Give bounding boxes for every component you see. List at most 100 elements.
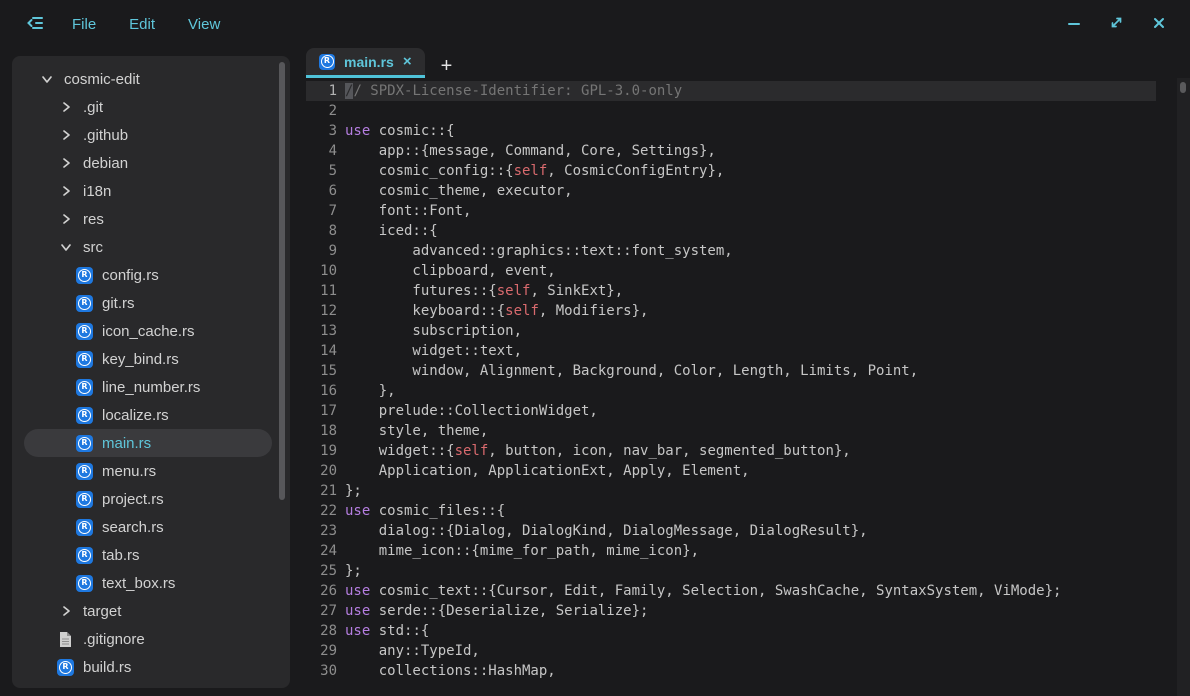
- tree-item-git-rs[interactable]: Rgit.rs: [24, 289, 272, 317]
- editor-scrollbar-thumb[interactable]: [1180, 82, 1186, 93]
- tree-item-label: res: [83, 211, 104, 228]
- tree-item-menu-rs[interactable]: Rmenu.rs: [24, 457, 272, 485]
- code-line-25: 25};: [306, 561, 1156, 581]
- line-content: window, Alignment, Background, Color, Le…: [337, 361, 918, 381]
- tree-item-label: icon_cache.rs: [102, 323, 195, 340]
- tree-item-tab-rs[interactable]: Rtab.rs: [24, 541, 272, 569]
- code-line-4: 4 app::{message, Command, Core, Settings…: [306, 141, 1156, 161]
- menu-file[interactable]: File: [72, 16, 96, 33]
- chevron-down-icon[interactable]: [57, 241, 74, 253]
- code-line-12: 12 keyboard::{self, Modifiers},: [306, 301, 1156, 321]
- line-content: app::{message, Command, Core, Settings},: [337, 141, 716, 161]
- line-number: 25: [306, 561, 337, 581]
- tree-item--gitignore[interactable]: .gitignore: [24, 625, 272, 653]
- tree-item-label: i18n: [83, 183, 111, 200]
- line-content: clipboard, event,: [337, 261, 556, 281]
- code-line-6: 6 cosmic_theme, executor,: [306, 181, 1156, 201]
- tree-item-text-box-rs[interactable]: Rtext_box.rs: [24, 569, 272, 597]
- code-line-24: 24 mime_icon::{mime_for_path, mime_icon}…: [306, 541, 1156, 561]
- tree-item-res[interactable]: res: [24, 205, 272, 233]
- line-number: 12: [306, 301, 337, 321]
- maximize-button[interactable]: [1107, 13, 1126, 35]
- tree-item-project-rs[interactable]: Rproject.rs: [24, 485, 272, 513]
- line-content: widget::{self, button, icon, nav_bar, se…: [337, 441, 851, 461]
- chevron-right-icon[interactable]: [57, 157, 74, 169]
- line-content: collections::HashMap,: [337, 661, 556, 681]
- line-number: 18: [306, 421, 337, 441]
- line-number: 10: [306, 261, 337, 281]
- line-content: any::TypeId,: [337, 641, 480, 661]
- close-button[interactable]: [1150, 14, 1168, 35]
- code-editor[interactable]: 1// SPDX-License-Identifier: GPL-3.0-onl…: [306, 78, 1190, 696]
- tab-close-icon[interactable]: ×: [403, 54, 412, 69]
- line-content: };: [337, 561, 362, 581]
- tree-item-label: target: [83, 603, 121, 620]
- tree-item-debian[interactable]: debian: [24, 149, 272, 177]
- tree-item-cosmic-edit[interactable]: cosmic-edit: [24, 65, 272, 93]
- tree-item-label: .git: [83, 99, 103, 116]
- tree-item-config-rs[interactable]: Rconfig.rs: [24, 261, 272, 289]
- line-number: 30: [306, 661, 337, 681]
- sidebar-scrollbar-thumb[interactable]: [279, 62, 285, 500]
- chevron-right-icon[interactable]: [57, 213, 74, 225]
- tree-item-label: .github: [83, 127, 128, 144]
- sidebar-toggle-button[interactable]: [24, 13, 46, 36]
- code-line-13: 13 subscription,: [306, 321, 1156, 341]
- menu-edit[interactable]: Edit: [129, 16, 155, 33]
- tree-item--git[interactable]: .git: [24, 93, 272, 121]
- tree-item-search-rs[interactable]: Rsearch.rs: [24, 513, 272, 541]
- line-number: 26: [306, 581, 337, 601]
- code-line-10: 10 clipboard, event,: [306, 261, 1156, 281]
- tree-item-src[interactable]: src: [24, 233, 272, 261]
- line-number: 1: [306, 81, 337, 101]
- code-line-20: 20 Application, ApplicationExt, Apply, E…: [306, 461, 1156, 481]
- line-content: use serde::{Deserialize, Serialize};: [337, 601, 648, 621]
- menu-view[interactable]: View: [188, 16, 220, 33]
- minimize-button[interactable]: [1065, 14, 1083, 35]
- cosmic-edit-window: File Edit View: [0, 0, 1190, 696]
- code-line-30: 30 collections::HashMap,: [306, 661, 1156, 681]
- chevron-right-icon[interactable]: [57, 101, 74, 113]
- tree-item-i18n[interactable]: i18n: [24, 177, 272, 205]
- code-line-8: 8 iced::{: [306, 221, 1156, 241]
- line-content: },: [337, 381, 396, 401]
- tree-item-icon-cache-rs[interactable]: Ricon_cache.rs: [24, 317, 272, 345]
- line-number: 3: [306, 121, 337, 141]
- tree-item-main-rs[interactable]: Rmain.rs: [24, 429, 272, 457]
- editor-scrollbar-track[interactable]: [1177, 78, 1190, 696]
- tree-item-target[interactable]: target: [24, 597, 272, 625]
- code-line-21: 21};: [306, 481, 1156, 501]
- line-number: 17: [306, 401, 337, 421]
- line-content: subscription,: [337, 321, 522, 341]
- tree-item--github[interactable]: .github: [24, 121, 272, 149]
- chevron-right-icon[interactable]: [57, 129, 74, 141]
- tab-main-rs[interactable]: R main.rs ×: [306, 48, 425, 78]
- code-line-17: 17 prelude::CollectionWidget,: [306, 401, 1156, 421]
- line-content: style, theme,: [337, 421, 488, 441]
- tree-item-key-bind-rs[interactable]: Rkey_bind.rs: [24, 345, 272, 373]
- chevron-right-icon[interactable]: [57, 185, 74, 197]
- line-number: 23: [306, 521, 337, 541]
- line-number: 19: [306, 441, 337, 461]
- line-number: 22: [306, 501, 337, 521]
- code-line-15: 15 window, Alignment, Background, Color,…: [306, 361, 1156, 381]
- close-icon: [1152, 16, 1166, 33]
- line-content: Application, ApplicationExt, Apply, Elem…: [337, 461, 750, 481]
- tree-item-localize-rs[interactable]: Rlocalize.rs: [24, 401, 272, 429]
- line-number: 2: [306, 101, 337, 121]
- tree-item-label: tab.rs: [102, 547, 140, 564]
- tab-bar: R main.rs × +: [306, 48, 1190, 78]
- rust-file-icon: R: [76, 575, 93, 592]
- chevron-right-icon[interactable]: [57, 605, 74, 617]
- tree-item-label: build.rs: [83, 659, 131, 676]
- tree-item-build-rs[interactable]: Rbuild.rs: [24, 653, 272, 681]
- chevron-down-icon[interactable]: [38, 73, 55, 85]
- new-tab-button[interactable]: +: [437, 56, 457, 76]
- line-content: use std::{: [337, 621, 429, 641]
- tree-item-line-number-rs[interactable]: Rline_number.rs: [24, 373, 272, 401]
- rust-file-icon: R: [76, 407, 93, 424]
- code-line-16: 16 },: [306, 381, 1156, 401]
- line-content: dialog::{Dialog, DialogKind, DialogMessa…: [337, 521, 868, 541]
- tree-item-label: line_number.rs: [102, 379, 200, 396]
- line-number: 7: [306, 201, 337, 221]
